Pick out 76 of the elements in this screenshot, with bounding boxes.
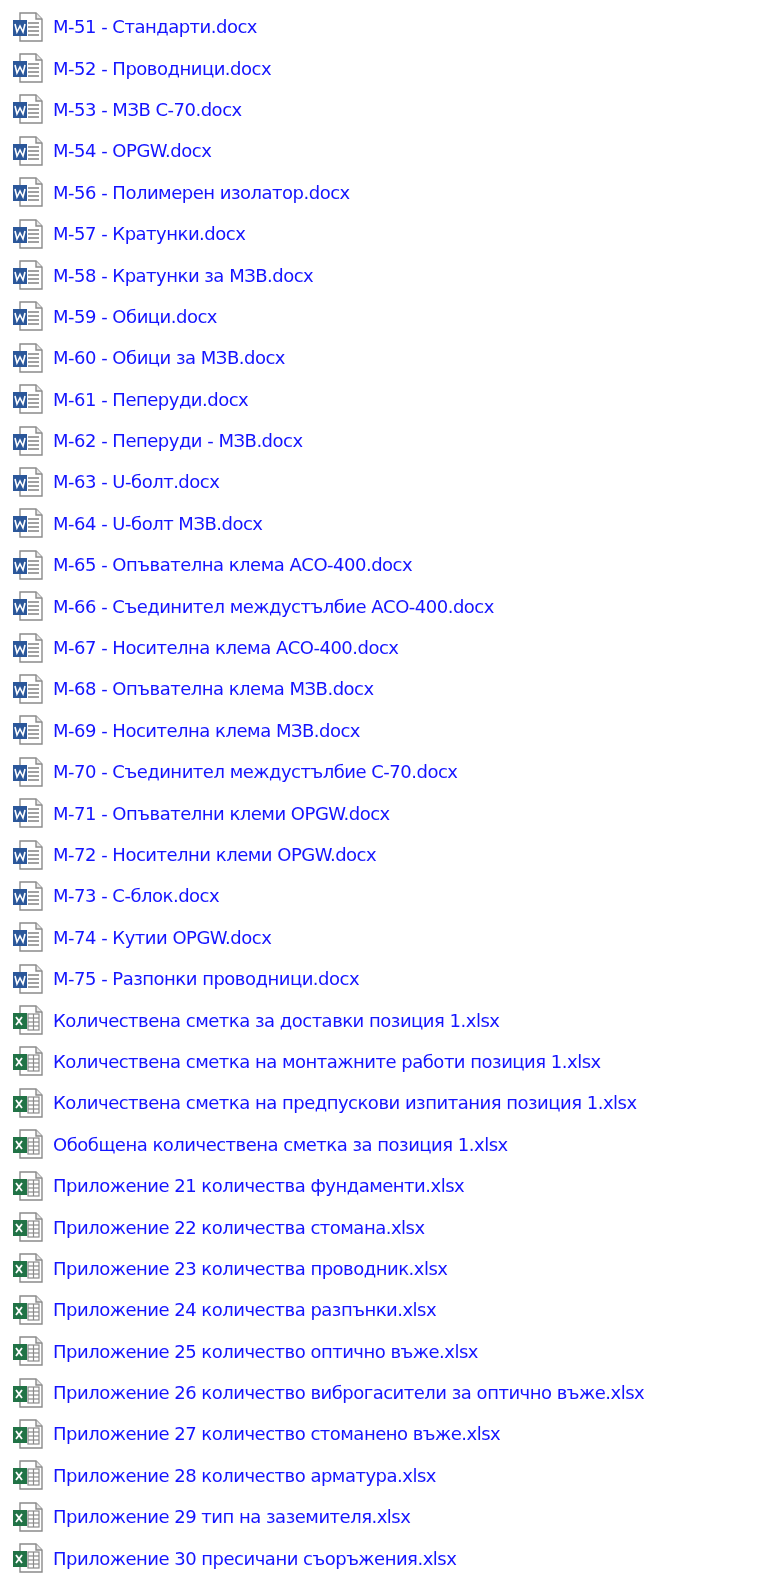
file-name[interactable]: М-67 - Носителна клема АСО-400.docx — [53, 637, 399, 659]
file-name[interactable]: М-60 - Обици за МЗВ.docx — [53, 347, 285, 369]
word-document-icon — [11, 630, 45, 665]
spreadsheet-icon — [11, 1251, 45, 1286]
word-document-icon — [11, 837, 45, 872]
word-document-icon — [11, 258, 45, 293]
file-name[interactable]: Приложение 29 тип на заземителя.xlsx — [53, 1506, 411, 1528]
file-name[interactable]: М-63 - U-болт.docx — [53, 471, 220, 493]
spreadsheet-icon — [11, 1375, 45, 1410]
word-document-icon — [11, 382, 45, 417]
file-name[interactable]: Обобщена количествена сметка за позиция 1.xlsx — [53, 1133, 508, 1155]
spreadsheet-icon — [11, 1085, 45, 1120]
file-name[interactable]: М-53 - МЗВ С-70.docx — [53, 98, 242, 120]
file-name[interactable]: М-73 - С-блок.docx — [53, 885, 220, 907]
file-name[interactable]: М-70 - Съединител междустълбие С-70.docx — [53, 761, 458, 783]
word-document-icon — [11, 713, 45, 748]
word-document-icon — [11, 340, 45, 375]
file-name[interactable]: Приложение 24 количества разпънки.xlsx — [53, 1299, 437, 1321]
file-name[interactable]: Количествена сметка за доставки позиция 1.xlsx — [53, 1009, 500, 1031]
file-name[interactable]: Приложение 23 количества проводник.xlsx — [53, 1257, 448, 1279]
word-document-icon — [11, 547, 45, 582]
file-name[interactable]: М-59 - Обици.docx — [53, 305, 217, 327]
file-name[interactable]: М-72 - Носителни клеми OPGW.docx — [53, 844, 377, 865]
file-name[interactable]: Приложение 30 пресичани съоръжения.xlsx — [53, 1547, 457, 1569]
word-document-icon — [11, 920, 45, 955]
file-name[interactable]: М-56 - Полимерен изолатор.docx — [53, 181, 350, 203]
word-document-icon — [11, 506, 45, 541]
file-name[interactable]: М-57 - Кратунки.docx — [53, 223, 246, 245]
file-name[interactable]: Количествена сметка на предпускови изпитания позиция 1.xlsx — [53, 1092, 637, 1114]
spreadsheet-icon — [11, 1334, 45, 1369]
word-document-icon — [11, 796, 45, 831]
file-name[interactable]: Количествена сметка на монтажните работи позиция 1.xlsx — [53, 1050, 601, 1072]
word-document-icon — [11, 589, 45, 624]
spreadsheet-icon — [11, 1458, 45, 1493]
word-document-icon — [11, 961, 45, 996]
word-document-icon — [11, 299, 45, 334]
file-name[interactable]: М-61 - Пеперуди.docx — [53, 388, 249, 410]
file-name[interactable]: М-54 - OPGW.docx — [53, 140, 212, 162]
spreadsheet-icon — [11, 1416, 45, 1451]
file-name[interactable]: М-75 - Разпонки проводници.docx — [53, 968, 360, 990]
file-name[interactable]: М-68 - Опъвателна клема МЗВ.docx — [53, 678, 374, 700]
file-name[interactable]: Приложение 28 количество арматура.xlsx — [53, 1464, 436, 1486]
file-name[interactable]: М-62 - Пеперуди - МЗВ.docx — [53, 430, 303, 452]
file-name[interactable]: М-52 - Проводници.docx — [53, 57, 272, 79]
spreadsheet-icon — [11, 1292, 45, 1327]
file-name[interactable]: М-74 - Кутии OPGW.docx — [53, 926, 272, 948]
spreadsheet-icon — [11, 1127, 45, 1162]
file-name[interactable]: М-69 - Носителна клема МЗВ.docx — [53, 719, 360, 741]
spreadsheet-icon — [11, 1499, 45, 1534]
spreadsheet-icon — [11, 1003, 45, 1038]
word-document-icon — [11, 423, 45, 458]
file-name[interactable]: М-64 - U-болт МЗВ.docx — [53, 512, 263, 534]
spreadsheet-icon — [11, 1044, 45, 1079]
spreadsheet-icon — [11, 1541, 45, 1576]
spreadsheet-icon — [11, 1168, 45, 1203]
file-name[interactable]: М-51 - Стандарти.docx — [53, 16, 257, 38]
word-document-icon — [11, 9, 45, 44]
word-document-icon — [11, 51, 45, 86]
word-document-icon — [11, 216, 45, 251]
word-document-icon — [11, 878, 45, 913]
file-name[interactable]: М-58 - Кратунки за МЗВ.docx — [53, 264, 314, 286]
file-name[interactable]: Приложение 22 количества стомана.xlsx — [53, 1216, 425, 1238]
word-document-icon — [11, 92, 45, 127]
word-document-icon — [11, 175, 45, 210]
word-document-icon — [11, 671, 45, 706]
word-document-icon — [11, 754, 45, 789]
file-name[interactable]: М-65 - Опъвателна клема АСО-400.docx — [53, 554, 413, 576]
file-name[interactable]: М-66 - Съединител междустълбие АСО-400.docx — [53, 595, 494, 617]
spreadsheet-icon — [11, 1210, 45, 1244]
word-document-icon — [11, 133, 45, 168]
file-name[interactable]: Приложение 26 количество виброгасители за оптично въже.xlsx — [53, 1382, 645, 1404]
file-name[interactable]: Приложение 21 количества фундаменти.xlsx — [53, 1175, 465, 1197]
file-name[interactable]: М-71 - Опъвателни клеми OPGW.docx — [53, 802, 390, 824]
file-name[interactable]: Приложение 25 количество оптично въже.xlsx — [53, 1340, 478, 1362]
word-document-icon — [11, 465, 45, 499]
file-name[interactable]: Приложение 27 количество стоманено въже.xlsx — [53, 1423, 501, 1445]
